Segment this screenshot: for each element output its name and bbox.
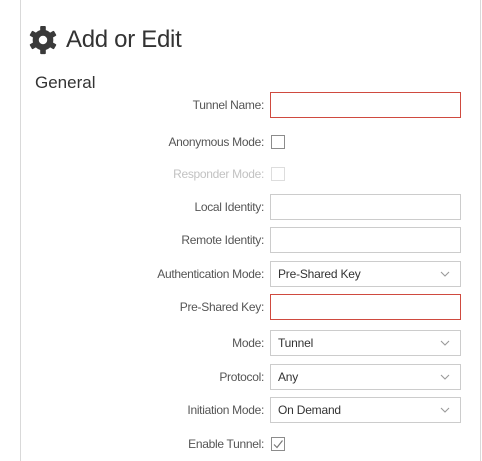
enable-tunnel-row: Enable Tunnel: <box>0 431 482 457</box>
chevron-down-icon <box>440 374 450 380</box>
local-identity-label: Local Identity: <box>194 200 264 214</box>
initiation-mode-row: Initiation Mode: On Demand <box>0 397 482 423</box>
protocol-value: Any <box>278 370 299 384</box>
initiation-mode-select[interactable]: On Demand <box>270 397 461 423</box>
page-title: Add or Edit <box>66 26 182 53</box>
mode-label: Mode: <box>232 336 264 350</box>
enable-tunnel-checkbox[interactable] <box>271 437 285 451</box>
tunnel-name-label: Tunnel Name: <box>192 98 265 112</box>
local-identity-input[interactable] <box>270 194 461 220</box>
pre-shared-key-label: Pre-Shared Key: <box>179 300 265 314</box>
protocol-row: Protocol: Any <box>0 364 482 390</box>
anonymous-mode-label: Anonymous Mode: <box>168 135 264 149</box>
remote-identity-label: Remote Identity: <box>181 233 264 247</box>
authentication-mode-select[interactable]: Pre-Shared Key <box>270 261 461 287</box>
anonymous-mode-checkbox[interactable] <box>271 135 285 149</box>
check-icon <box>273 440 283 449</box>
mode-value: Tunnel <box>278 336 314 350</box>
chevron-down-icon <box>440 271 450 277</box>
authentication-mode-value: Pre-Shared Key <box>278 267 361 281</box>
pre-shared-key-input[interactable] <box>270 294 461 320</box>
local-identity-row: Local Identity: <box>0 194 482 220</box>
mode-select[interactable]: Tunnel <box>270 330 461 356</box>
initiation-mode-value: On Demand <box>278 403 341 417</box>
anonymous-mode-row: Anonymous Mode: <box>0 129 482 155</box>
mode-row: Mode: Tunnel <box>0 330 482 356</box>
protocol-select[interactable]: Any <box>270 364 461 390</box>
pre-shared-key-row: Pre-Shared Key: <box>0 294 482 320</box>
chevron-down-icon <box>440 407 450 413</box>
tunnel-name-input[interactable] <box>270 92 461 118</box>
remote-identity-input[interactable] <box>270 227 461 253</box>
authentication-mode-row: Authentication Mode: Pre-Shared Key <box>0 261 482 287</box>
responder-mode-checkbox <box>271 167 285 181</box>
chevron-down-icon <box>440 340 450 346</box>
initiation-mode-label: Initiation Mode: <box>187 403 264 417</box>
responder-mode-label: Responder Mode: <box>173 167 264 181</box>
remote-identity-row: Remote Identity: <box>0 227 482 253</box>
dialog-header: Add or Edit <box>28 20 182 60</box>
authentication-mode-label: Authentication Mode: <box>157 267 264 281</box>
responder-mode-row: Responder Mode: <box>0 161 482 187</box>
tunnel-name-row: Tunnel Name: <box>0 92 482 118</box>
section-title-general: General <box>35 73 96 92</box>
protocol-label: Protocol: <box>219 370 264 384</box>
gear-icon <box>28 25 58 55</box>
enable-tunnel-label: Enable Tunnel: <box>188 437 264 451</box>
